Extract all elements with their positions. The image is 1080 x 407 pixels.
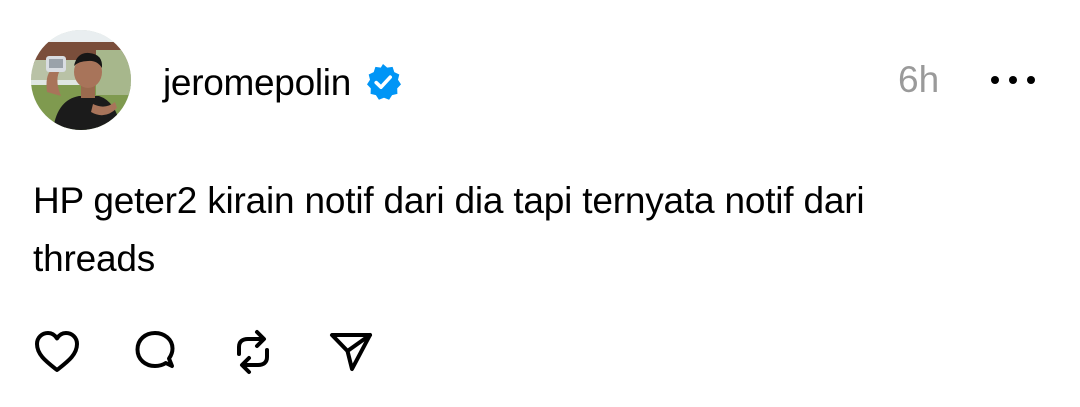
- author-header: jeromepolin: [163, 57, 403, 107]
- heart-icon: [35, 331, 79, 372]
- repost-icon: [237, 330, 269, 374]
- username[interactable]: jeromepolin: [163, 64, 351, 101]
- thread-post: jeromepolin 6h HP geter2 kirain notif da…: [0, 0, 1080, 407]
- repost-button[interactable]: [226, 325, 280, 379]
- post-text: HP geter2 kirain notif dari dia tapi ter…: [33, 180, 865, 279]
- comment-icon: [135, 331, 175, 368]
- avatar[interactable]: [31, 30, 131, 130]
- like-button[interactable]: [30, 325, 84, 379]
- timestamp: 6h: [898, 59, 940, 100]
- share-button[interactable]: [324, 325, 378, 379]
- post-actions: [30, 322, 422, 382]
- more-options-button[interactable]: [985, 60, 1041, 100]
- send-icon: [330, 333, 372, 371]
- avatar-photo: [31, 30, 131, 130]
- more-horizontal-icon: [991, 76, 1035, 84]
- verified-badge-icon: [363, 62, 403, 102]
- reply-button[interactable]: [128, 325, 182, 379]
